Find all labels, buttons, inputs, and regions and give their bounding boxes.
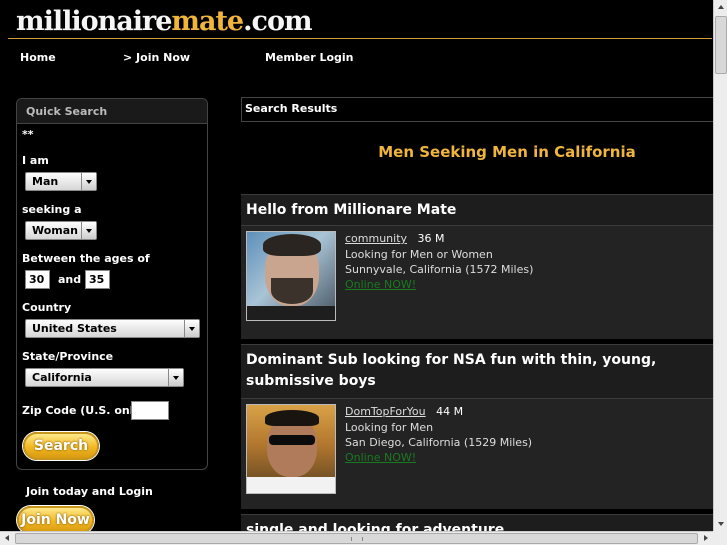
horizontal-scroll-thumb[interactable]	[15, 533, 698, 544]
photo-shirt	[247, 477, 335, 493]
profile-headline[interactable]: single and looking for adventure	[241, 515, 714, 531]
profile-username-link[interactable]: DomTopForYou	[345, 405, 426, 418]
profile-card: Hello from Millionare Mate community 36 …	[241, 194, 714, 339]
state-value: California	[32, 371, 92, 384]
profile-age-gender: 36 M	[417, 232, 445, 245]
zip-label: Zip Code (U.S. only)	[22, 404, 146, 417]
nav-home-link[interactable]: Home	[20, 51, 56, 64]
chevron-down-icon	[81, 222, 96, 239]
profile-headline[interactable]: Hello from Millionare Mate	[241, 195, 714, 221]
scrollbar-corner	[713, 531, 727, 545]
quick-search-marker: **	[22, 128, 34, 141]
logo-part-domain: .com	[243, 6, 312, 37]
profile-card: Dominant Sub looking for NSA fun with th…	[241, 344, 714, 509]
vertical-scrollbar[interactable]	[713, 0, 727, 531]
profile-location: San Diego, California (1529 Miles)	[345, 436, 533, 449]
profile-photo[interactable]	[246, 404, 336, 494]
profile-looking-for: Looking for Men	[345, 421, 434, 434]
profile-online-status-link[interactable]: Online NOW!	[345, 278, 416, 291]
state-label: State/Province	[22, 350, 114, 363]
state-select[interactable]: California	[25, 368, 184, 387]
search-button[interactable]: Search	[23, 432, 99, 460]
profile-body: community 36 M Looking for Men or Women …	[241, 225, 714, 339]
seeking-label: seeking a	[22, 203, 82, 216]
header-divider	[8, 38, 712, 39]
grip-icon	[351, 537, 363, 541]
photo-shirt	[247, 306, 335, 320]
country-select[interactable]: United States	[25, 319, 200, 338]
vertical-scroll-thumb[interactable]	[715, 16, 727, 74]
search-results-header: Search Results	[241, 97, 714, 122]
profile-headline-line2: submissive boys	[246, 373, 376, 389]
nav-member-login-link[interactable]: Member Login	[265, 51, 354, 64]
logo-part-mate: mate	[171, 6, 244, 37]
join-today-label: Join today and Login	[26, 485, 153, 498]
country-value: United States	[32, 322, 117, 335]
photo-hair	[265, 410, 319, 426]
quick-search-panel: Quick Search ** I am Man seeking a Woman…	[16, 98, 208, 470]
profile-user-line: community 36 M	[345, 232, 445, 245]
scroll-down-arrow-icon[interactable]	[715, 517, 727, 531]
i-am-label: I am	[22, 154, 49, 167]
chevron-down-icon	[168, 369, 183, 386]
chevron-down-icon	[184, 320, 199, 337]
scroll-up-arrow-icon[interactable]	[715, 0, 727, 14]
photo-hair	[263, 234, 321, 256]
chevron-down-icon	[81, 173, 96, 190]
results-title: Men Seeking Men in California	[378, 143, 636, 161]
age-max-input[interactable]: 35	[85, 270, 110, 289]
profile-looking-for: Looking for Men or Women	[345, 248, 493, 261]
join-now-button[interactable]: Join Now	[17, 506, 94, 534]
logo-part-millionaire: millionaire	[16, 6, 172, 37]
profile-age-gender: 44 M	[436, 405, 464, 418]
profile-headline[interactable]: Dominant Sub looking for NSA fun with th…	[241, 345, 714, 392]
ages-label: Between the ages of	[22, 252, 150, 265]
scroll-left-arrow-icon[interactable]	[0, 532, 14, 545]
scroll-right-arrow-icon[interactable]	[699, 532, 713, 545]
profile-body: DomTopForYou 44 M Looking for Men San Di…	[241, 398, 714, 509]
profile-username-link[interactable]: community	[345, 232, 407, 245]
profile-card: single and looking for adventure	[241, 514, 714, 531]
i-am-value: Man	[32, 175, 59, 188]
nav-join-now-link[interactable]: > Join Now	[123, 51, 190, 64]
profile-online-status-link[interactable]: Online NOW!	[345, 451, 416, 464]
zip-input[interactable]	[131, 401, 169, 420]
i-am-select[interactable]: Man	[25, 172, 97, 191]
photo-sunglasses	[269, 435, 315, 445]
profile-photo[interactable]	[246, 231, 336, 321]
seeking-value: Woman	[32, 224, 79, 237]
quick-search-title: Quick Search	[17, 99, 207, 124]
seeking-select[interactable]: Woman	[25, 221, 97, 240]
profile-location: Sunnyvale, California (1572 Miles)	[345, 263, 534, 276]
country-label: Country	[22, 301, 72, 314]
age-min-input[interactable]: 30	[25, 270, 50, 289]
profile-headline-line1: Dominant Sub looking for NSA fun with th…	[246, 352, 657, 368]
ages-and-label: and	[58, 273, 82, 286]
profile-user-line: DomTopForYou 44 M	[345, 405, 463, 418]
site-logo[interactable]: millionairemate.com	[16, 6, 313, 38]
horizontal-scrollbar[interactable]	[0, 531, 713, 545]
photo-beard	[271, 278, 313, 304]
